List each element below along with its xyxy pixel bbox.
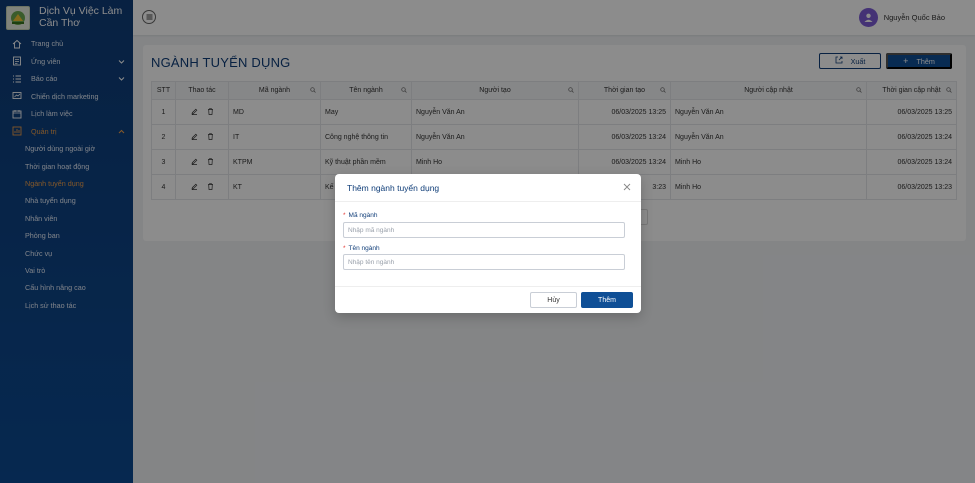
code-field-label-text: Mã ngành (348, 212, 378, 219)
code-field-label: * Mã ngành (343, 212, 377, 219)
cancel-button[interactable]: Hủy (530, 292, 577, 308)
name-input[interactable] (343, 254, 625, 270)
close-icon[interactable] (622, 182, 632, 192)
modal-divider (335, 201, 641, 202)
modal-title: Thêm ngành tuyển dụng (347, 183, 440, 193)
name-field-label: * Tên ngành (343, 245, 380, 252)
required-mark: * (343, 212, 346, 219)
name-field-label-text: Tên ngành (348, 245, 380, 252)
submit-button[interactable]: Thêm (581, 292, 633, 308)
required-mark: * (343, 245, 346, 252)
modal-footer-divider (335, 286, 641, 287)
add-industry-modal: Thêm ngành tuyển dụng *Mã ngành *Tên ngà… (335, 174, 641, 313)
code-input[interactable] (343, 222, 625, 238)
